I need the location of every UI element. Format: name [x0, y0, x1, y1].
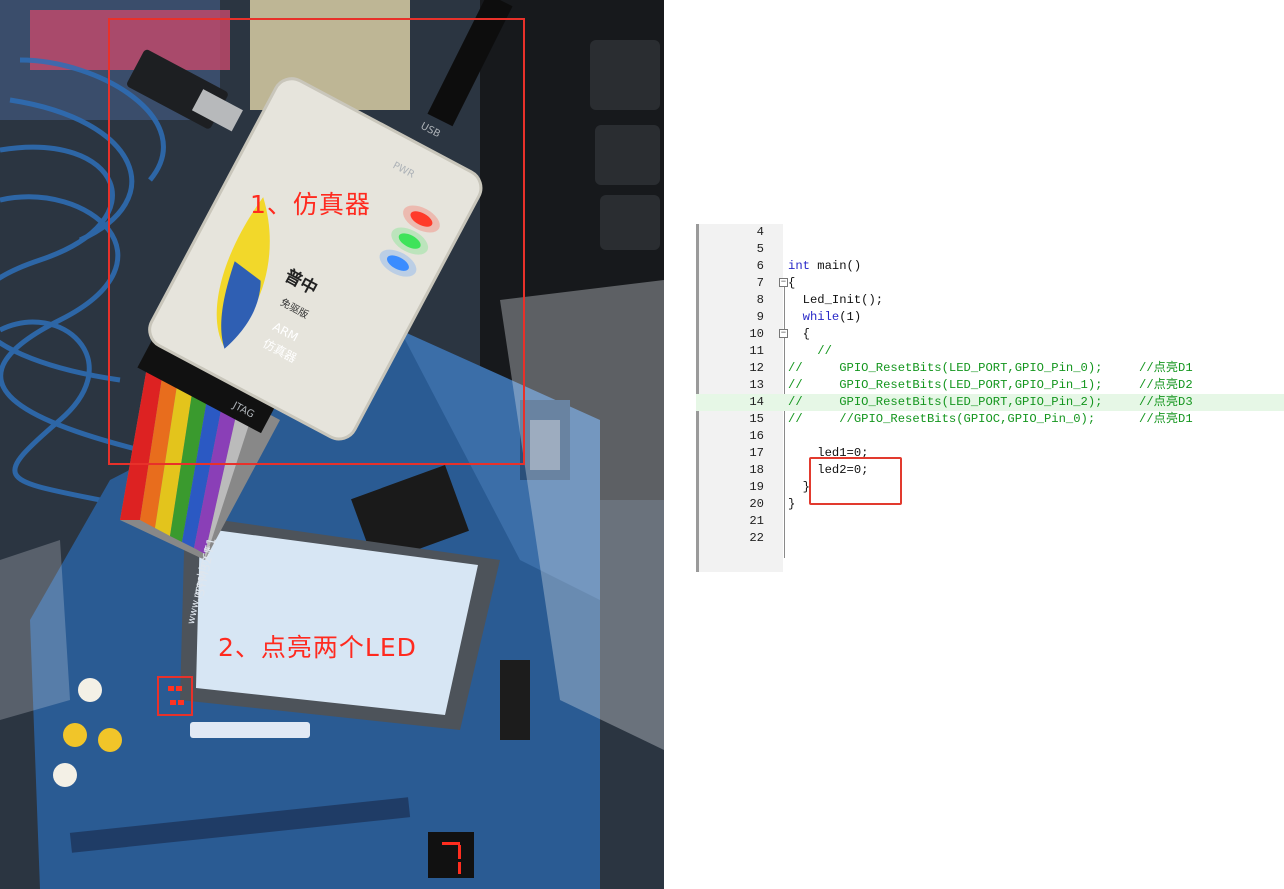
- code-text: {: [788, 327, 810, 341]
- code-line-17: 17 led1=0;: [696, 445, 1284, 462]
- code-line-9: 9 while(1): [696, 309, 1284, 326]
- emulator-annotation-label: 1、仿真器: [250, 190, 371, 219]
- line-number: 20: [749, 497, 764, 511]
- code-editor-panel: 4 5 6 int main() 7−{8 Led_Init(); 9 while(1) 1…: [696, 224, 1284, 572]
- line-number: 4: [756, 225, 764, 239]
- line-number: 18: [749, 463, 764, 477]
- line-number: 12: [749, 361, 764, 375]
- emulator-highlight-box: [108, 18, 525, 465]
- code-line-6: 6 int main(): [696, 258, 1284, 275]
- line-number: 19: [749, 480, 764, 494]
- line-number: 7: [756, 276, 764, 290]
- fold-toggle-icon[interactable]: −: [779, 278, 788, 287]
- code-text: //: [788, 344, 832, 358]
- line-number: 15: [749, 412, 764, 426]
- code-line-16: 16: [696, 428, 1284, 445]
- code-text: // GPIO_ResetBits(LED_PORT,GPIO_Pin_1); …: [788, 378, 1193, 392]
- code-text: // //GPIO_ResetBits(GPIOC,GPIO_Pin_0); /…: [788, 412, 1193, 426]
- code-text: // GPIO_ResetBits(LED_PORT,GPIO_Pin_2); …: [788, 395, 1193, 409]
- code-line-20: 20}: [696, 496, 1284, 513]
- code-line-8: 8 Led_Init();: [696, 292, 1284, 309]
- line-number: 10: [749, 327, 764, 341]
- code-text: int main(): [788, 259, 862, 273]
- line-number: 22: [749, 531, 764, 545]
- led-annotation-label: 2、点亮两个LED: [218, 633, 417, 662]
- line-number: 13: [749, 378, 764, 392]
- code-text: // GPIO_ResetBits(LED_PORT,GPIO_Pin_0); …: [788, 361, 1193, 375]
- code-line-14: 14 // GPIO_ResetBits(LED_PORT,GPIO_Pin_2)…: [696, 394, 1284, 411]
- code-line-5: 5: [696, 241, 1284, 258]
- line-number: 5: [756, 242, 764, 256]
- code-line-7: 7 −{: [696, 275, 1284, 292]
- code-text: }: [788, 480, 810, 494]
- line-number: 8: [756, 293, 764, 307]
- code-text: }: [788, 497, 796, 511]
- code-line-22: 22: [696, 530, 1284, 547]
- code-line-15: 15 // //GPIO_ResetBits(GPIOC,GPIO_Pin_0);…: [696, 411, 1284, 428]
- code-line-13: 13 // GPIO_ResetBits(LED_PORT,GPIO_Pin_1)…: [696, 377, 1284, 394]
- code-text: while(1): [788, 310, 862, 324]
- fold-toggle-icon[interactable]: −: [779, 329, 788, 338]
- line-number: 14: [749, 395, 764, 409]
- line-number: 6: [756, 259, 764, 273]
- code-line-21: 21: [696, 513, 1284, 530]
- line-number: 16: [749, 429, 764, 443]
- code-text: Led_Init();: [788, 293, 884, 307]
- led-highlight-box: [157, 676, 193, 716]
- line-number: 9: [756, 310, 764, 324]
- code-line-4: 4: [696, 224, 1284, 241]
- led-code-highlight-box: [809, 457, 902, 505]
- code-text: {: [788, 276, 796, 290]
- line-number: 11: [749, 344, 764, 358]
- code-line-19: 19 }: [696, 479, 1284, 496]
- code-line-18: 18 led2=0;: [696, 462, 1284, 479]
- line-number: 17: [749, 446, 764, 460]
- code-line-11: 11 //: [696, 343, 1284, 360]
- code-line-12: 12 // GPIO_ResetBits(LED_PORT,GPIO_Pin_0)…: [696, 360, 1284, 377]
- line-number: 21: [749, 514, 764, 528]
- photo-panel: 普中 免驱版 ARM 仿真器 USB PWR JTAG STM32-F1 www…: [0, 0, 664, 889]
- code-line-10: 10 − {: [696, 326, 1284, 343]
